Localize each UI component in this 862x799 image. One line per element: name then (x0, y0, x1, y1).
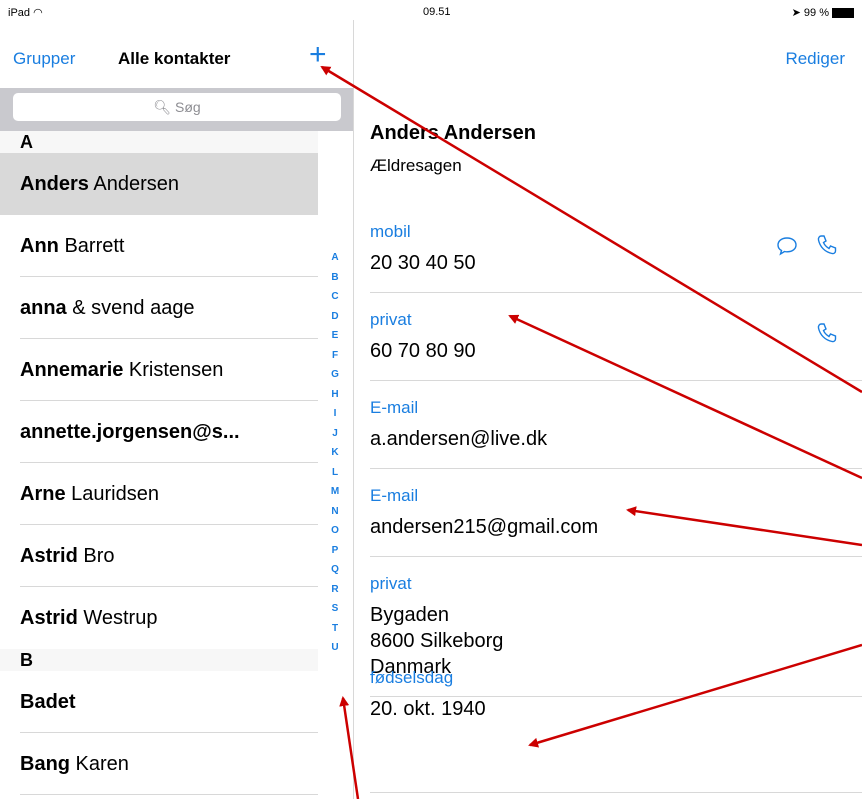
field-label: privat (370, 574, 412, 593)
search-input[interactable]: 🔍︎ Søg (13, 93, 341, 121)
left-navbar: Grupper Alle kontakter + (0, 20, 353, 90)
index-letter[interactable]: K (328, 443, 342, 463)
index-letter[interactable]: S (328, 599, 342, 619)
phone-icon[interactable] (816, 234, 838, 256)
contact-name: Anders Andersen (370, 122, 536, 144)
index-letter[interactable]: R (328, 580, 342, 600)
divider (370, 556, 862, 557)
section-header-b: B (0, 649, 318, 671)
divider (370, 292, 862, 293)
list-item[interactable]: annette.jorgensen@s... (0, 401, 318, 463)
index-letter[interactable]: T (328, 619, 342, 639)
index-letter[interactable]: P (328, 541, 342, 561)
field-value: 60 70 80 90 (370, 340, 476, 362)
search-bar: 🔍︎ Søg (0, 88, 353, 131)
status-bar: iPad ◠ 09.51 ➤ 99 % (0, 0, 862, 20)
list-item[interactable]: anna & svend aage (0, 277, 318, 339)
list-item[interactable]: Astrid Westrup (0, 587, 318, 649)
wifi-icon: ◠ (33, 7, 43, 19)
field-label: E-mail (370, 398, 419, 417)
index-letter[interactable]: I (328, 404, 342, 424)
location-icon: ➤ (791, 7, 801, 19)
divider (370, 792, 862, 793)
list-item[interactable]: Anders Andersen (0, 153, 318, 215)
email-field[interactable]: E-mail a.andersen@live.dk (370, 398, 862, 452)
list-item[interactable]: Badet (0, 671, 318, 733)
section-header-a: A (0, 131, 318, 153)
page-title: Alle kontakter (118, 49, 231, 68)
index-letter[interactable]: F (328, 346, 342, 366)
index-letter[interactable]: U (328, 638, 342, 658)
contact-company: Ældresagen (370, 156, 462, 175)
alphabet-index[interactable]: A B C D E F G H I J K L M N O P Q R S T … (328, 248, 342, 658)
address-field[interactable]: privat Bygaden 8600 Silkeborg Danmark (370, 574, 862, 680)
search-placeholder: Søg (174, 99, 201, 115)
message-icon[interactable] (776, 236, 798, 256)
index-letter[interactable]: D (328, 307, 342, 327)
battery-icon (832, 8, 854, 19)
contact-list: A Anders Andersen Ann Barrett anna & sve… (0, 131, 318, 795)
email-field[interactable]: E-mail andersen215@gmail.com (370, 486, 862, 540)
clock: 09.51 (423, 6, 451, 18)
divider (370, 468, 862, 469)
field-label: privat (370, 310, 412, 329)
list-item[interactable]: Annemarie Kristensen (0, 339, 318, 401)
list-item[interactable]: Ann Barrett (0, 215, 318, 277)
field-value: andersen215@gmail.com (370, 516, 599, 538)
add-contact-button[interactable]: + (309, 40, 327, 70)
index-letter[interactable]: C (328, 287, 342, 307)
index-letter[interactable]: O (328, 521, 342, 541)
index-letter[interactable]: M (328, 482, 342, 502)
home-phone-field[interactable]: privat 60 70 80 90 (370, 310, 862, 364)
divider (370, 380, 862, 381)
field-label: E-mail (370, 486, 419, 505)
battery-status: ➤ 99 % (792, 6, 854, 19)
device-label: iPad ◠ (8, 7, 43, 19)
index-letter[interactable]: H (328, 385, 342, 405)
field-label: fødselsdag (370, 668, 454, 687)
field-value: a.andersen@live.dk (370, 428, 548, 450)
index-letter[interactable]: A (328, 248, 342, 268)
contact-detail-pane: Rediger Anders Andersen Ældresagen mobil… (354, 20, 862, 799)
index-letter[interactable]: Q (328, 560, 342, 580)
index-letter[interactable]: B (328, 268, 342, 288)
list-item[interactable]: Bang Karen (0, 733, 318, 795)
edit-button[interactable]: Rediger (785, 49, 845, 69)
index-letter[interactable]: J (328, 424, 342, 444)
contacts-list-pane: Grupper Alle kontakter + 🔍︎ Søg A Anders… (0, 20, 354, 799)
phone-icon[interactable] (816, 322, 838, 344)
birthday-field[interactable]: fødselsdag 20. okt. 1940 (370, 668, 862, 722)
index-letter[interactable]: L (328, 463, 342, 483)
field-value: 20. okt. 1940 (370, 698, 486, 720)
address-line: Bygaden (370, 604, 449, 626)
index-letter[interactable]: E (328, 326, 342, 346)
search-icon: 🔍︎ (153, 99, 172, 115)
groups-button[interactable]: Grupper (13, 49, 75, 69)
list-item[interactable]: Arne Lauridsen (0, 463, 318, 525)
address-line: 8600 Silkeborg (370, 630, 504, 652)
list-item[interactable]: Astrid Bro (0, 525, 318, 587)
index-letter[interactable]: G (328, 365, 342, 385)
index-letter[interactable]: N (328, 502, 342, 522)
